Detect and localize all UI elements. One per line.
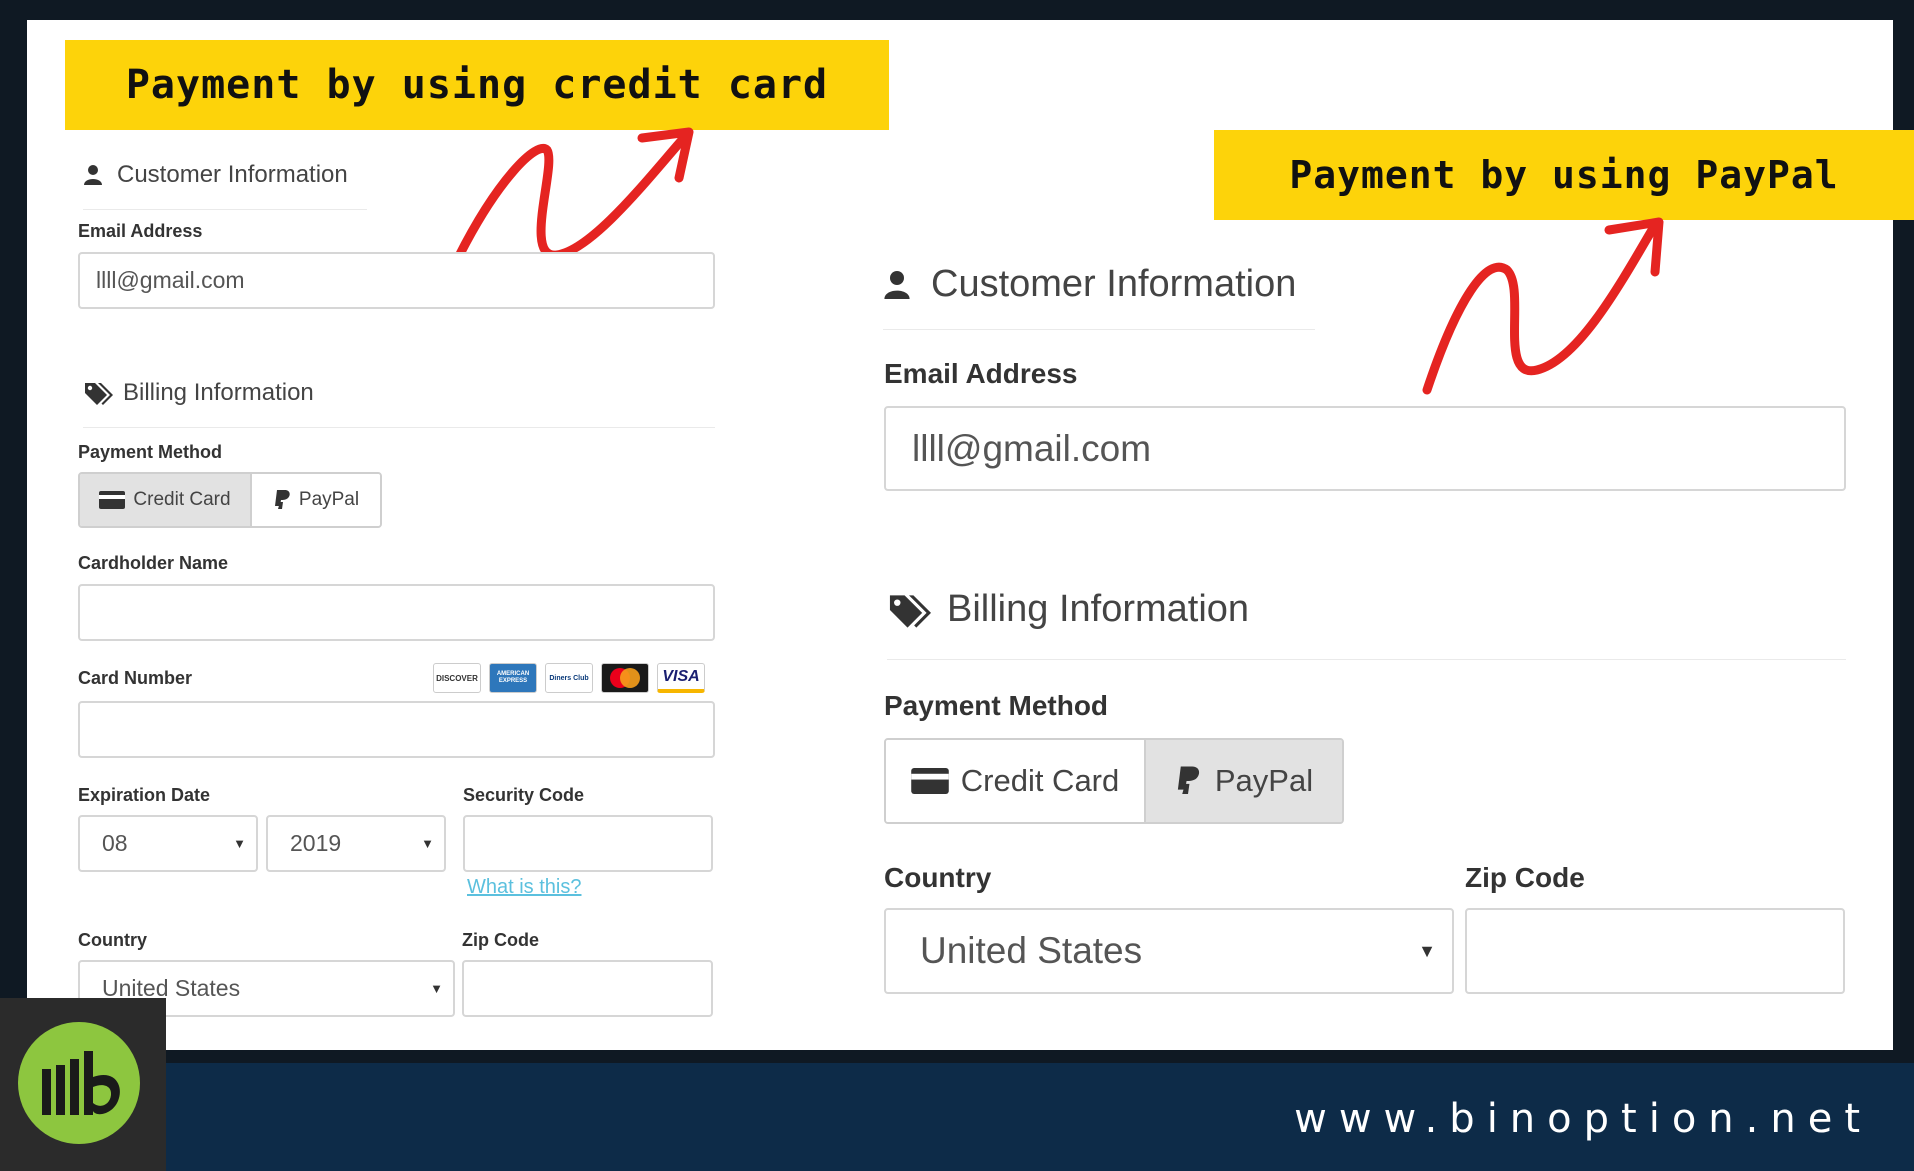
payment-method-toggle-right: Credit Card PayPal (884, 738, 1344, 824)
user-icon (83, 164, 103, 186)
payment-method-label-right: Payment Method (884, 690, 1109, 721)
user-icon (883, 269, 911, 301)
email-field-left[interactable]: llll@gmail.com (78, 252, 715, 309)
credit-card-button-left[interactable]: Credit Card (80, 474, 250, 526)
email-field-right[interactable]: llll@gmail.com (884, 406, 1846, 491)
discover-card-icon: DISCOVER (433, 663, 481, 693)
what-is-this-link[interactable]: What is this? (467, 876, 581, 899)
chevron-down-icon: ▼ (430, 981, 443, 996)
zip-code-label-right: Zip Code (1465, 862, 1585, 893)
mastercard-icon (601, 663, 649, 693)
credit-card-icon (99, 491, 126, 509)
tags-icon (83, 381, 113, 405)
chevron-down-icon: ▼ (233, 836, 246, 851)
screenshot-panel: Payment by using credit card Payment by … (27, 20, 1914, 1050)
email-value-right: llll@gmail.com (912, 427, 1152, 469)
paypal-label-right: PayPal (1214, 763, 1314, 798)
exp-year-select[interactable]: 2019 ▼ (266, 815, 446, 872)
billing-info-title: Billing Information (123, 378, 314, 406)
paypal-icon (274, 490, 290, 509)
exp-month-select[interactable]: 08 ▼ (78, 815, 258, 872)
credit-card-label-right: Credit Card (960, 763, 1120, 798)
payment-method-toggle-left: Credit Card PayPal (78, 472, 382, 528)
security-code-label: Security Code (463, 785, 585, 805)
arrow-right-icon (1422, 217, 1664, 395)
customer-info-title-right: Customer Information (931, 263, 1297, 305)
tags-icon (887, 592, 931, 628)
footer-url: www.binoption.net (1294, 1096, 1872, 1142)
zip-code-label-left: Zip Code (462, 930, 539, 950)
chevron-down-icon: ▼ (421, 836, 434, 851)
customer-info-heading-right: Customer Information (883, 240, 1315, 330)
paypal-button-left[interactable]: PayPal (250, 474, 380, 526)
banner-paypal: Payment by using PayPal (1214, 130, 1914, 220)
card-number-label: Card Number (78, 668, 193, 688)
country-label-right: Country (884, 862, 992, 893)
credit-card-button-right[interactable]: Credit Card (886, 740, 1144, 822)
card-brand-icons: DISCOVER AMERICAN EXPRESS Diners Club VI… (433, 663, 705, 693)
billing-info-heading-right: Billing Information (887, 560, 1846, 660)
payment-method-label-left: Payment Method (78, 442, 223, 462)
cardholder-label: Cardholder Name (78, 553, 229, 573)
diners-club-card-icon: Diners Club (545, 663, 593, 693)
email-label-right: Email Address (884, 358, 1078, 389)
country-select-right[interactable]: United States ▼ (884, 908, 1454, 994)
banner-credit-card: Payment by using credit card (65, 40, 889, 130)
cardholder-name-field[interactable] (78, 584, 715, 641)
customer-info-title: Customer Information (117, 160, 348, 188)
email-label-left: Email Address (78, 221, 203, 241)
binoption-logo (18, 1022, 140, 1144)
card-number-field[interactable] (78, 701, 715, 758)
email-value-left: llll@gmail.com (96, 267, 245, 293)
exp-year-value: 2019 (290, 830, 342, 856)
paypal-button-right[interactable]: PayPal (1144, 740, 1342, 822)
visa-card-icon: VISA (657, 663, 705, 693)
billing-info-title-right: Billing Information (947, 588, 1250, 630)
exp-month-value: 08 (102, 830, 128, 856)
arrow-left-icon (452, 127, 694, 265)
paypal-label-left: PayPal (298, 489, 360, 510)
expiration-date-label: Expiration Date (78, 785, 211, 805)
country-value-right: United States (920, 930, 1143, 971)
chevron-down-icon: ▼ (1418, 940, 1436, 961)
credit-card-icon (910, 768, 949, 794)
zip-code-field-right[interactable] (1465, 908, 1845, 994)
amex-card-icon: AMERICAN EXPRESS (489, 663, 537, 693)
country-label-left: Country (78, 930, 147, 950)
zip-code-field-left[interactable] (462, 960, 713, 1017)
paypal-icon (1177, 766, 1199, 794)
binoption-logo-icon (42, 1051, 120, 1115)
customer-info-heading-left: Customer Information (83, 140, 367, 210)
credit-card-label-left: Credit Card (133, 489, 231, 510)
billing-info-heading-left: Billing Information (83, 358, 715, 428)
security-code-field[interactable] (463, 815, 713, 872)
